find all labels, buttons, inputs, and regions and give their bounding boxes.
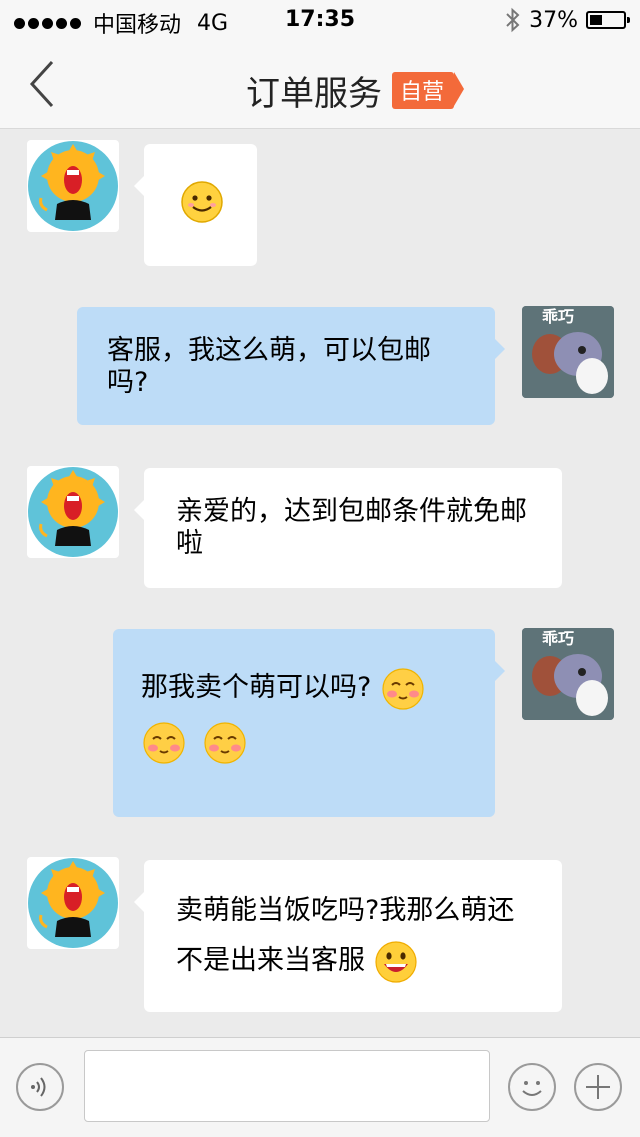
voice-button[interactable] [16, 1063, 64, 1111]
lion-avatar-icon [28, 141, 118, 231]
chat-area[interactable]: 乖巧 客服，我这么萌，可以包邮吗? 亲爱的，达到包邮条件就免邮啦 乖巧 那我卖个… [0, 129, 640, 1037]
message-bubble-user[interactable]: 那我卖个萌可以吗? [113, 629, 505, 817]
message-text: 那我卖个萌可以吗? [141, 672, 372, 703]
message-bubble-user[interactable]: 客服，我这么萌，可以包邮吗? [77, 307, 505, 425]
emoji-button[interactable] [508, 1063, 556, 1111]
message-bubble-agent[interactable] [134, 144, 257, 266]
grin-emoji [374, 940, 417, 983]
avatar-caption: 乖巧 [542, 629, 574, 648]
bluetooth-icon [506, 7, 520, 33]
blush-emoji [143, 721, 185, 764]
battery-icon [586, 11, 630, 29]
mouse-avatar-icon: 乖巧 [522, 306, 614, 398]
battery-percent: 37% [529, 7, 578, 33]
message-input[interactable] [84, 1050, 490, 1122]
nav-bar: 订单服务 自营 [0, 40, 640, 129]
lion-avatar-icon [28, 858, 118, 948]
emoji-icon [522, 1081, 542, 1096]
plus-icon [586, 1075, 610, 1099]
voice-icon [31, 1077, 46, 1097]
message-bubble-agent[interactable]: 亲爱的，达到包邮条件就免邮啦 [134, 468, 562, 588]
self-operated-badge: 自营 [391, 72, 465, 109]
agent-avatar[interactable] [27, 466, 119, 558]
page-title: 订单服务 [245, 74, 382, 114]
agent-avatar[interactable] [27, 857, 119, 949]
blush-emoji [382, 667, 424, 710]
avatar-caption: 乖巧 [542, 307, 574, 326]
lion-avatar-icon [28, 467, 118, 557]
message-text: 亲爱的，达到包邮条件就免邮啦 [176, 496, 527, 559]
mouse-avatar-icon: 乖巧 [522, 628, 614, 720]
message-text: 卖萌能当饭吃吗?我那么萌还不是出来当客服 [176, 895, 515, 976]
smiley-emoji [181, 181, 223, 223]
more-button[interactable] [574, 1063, 622, 1111]
agent-avatar[interactable] [27, 140, 119, 232]
message-text: 客服，我这么萌，可以包邮吗? [107, 335, 431, 398]
user-avatar[interactable]: 乖巧 [522, 628, 614, 720]
message-bubble-agent[interactable]: 卖萌能当饭吃吗?我那么萌还不是出来当客服 [134, 860, 562, 1012]
status-bar: 中国移动 4G 17:35 37% [0, 0, 640, 40]
blush-emoji [203, 721, 246, 764]
user-avatar[interactable]: 乖巧 [522, 306, 614, 398]
input-bar [0, 1037, 640, 1137]
